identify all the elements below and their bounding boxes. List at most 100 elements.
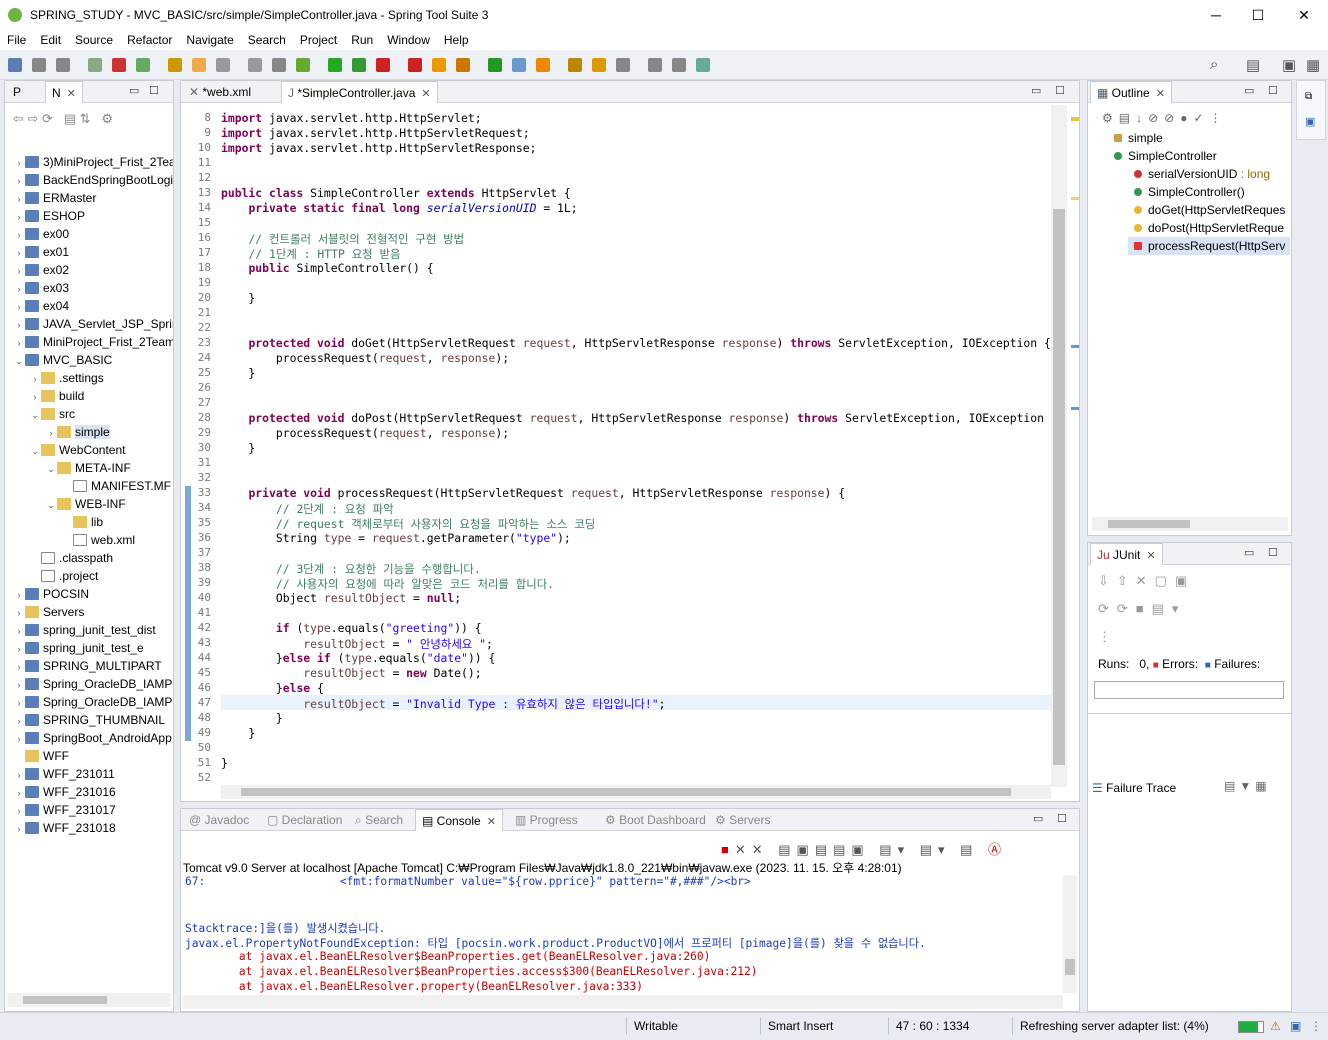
- tab-navigator[interactable]: N ✕: [45, 81, 83, 103]
- toolbar-button-icon[interactable]: [192, 58, 206, 72]
- tree-item[interactable]: › Spring_OracleDB_IAMPO: [5, 693, 174, 712]
- toolbar-button-icon[interactable]: [32, 58, 46, 72]
- tab-search[interactable]: ⌕ Search: [349, 809, 409, 831]
- expand-chevron-icon[interactable]: ⌄: [45, 460, 57, 478]
- expand-chevron-icon[interactable]: ›: [13, 802, 25, 820]
- close-tab-icon[interactable]: ✕: [487, 816, 496, 828]
- minimize-view-icon[interactable]: ▭: [129, 84, 139, 97]
- tree-item[interactable]: .classpath: [5, 549, 113, 567]
- close-tab-icon[interactable]: ✕: [67, 88, 76, 100]
- tree-item[interactable]: › MiniProject_Frist_2Team: [5, 333, 174, 352]
- tree-item[interactable]: › BackEndSpringBootLogi: [5, 171, 174, 189]
- expand-chevron-icon[interactable]: ›: [13, 622, 25, 640]
- toolbar-button-icon[interactable]: [648, 58, 662, 72]
- toolbar-button-icon[interactable]: [592, 58, 606, 72]
- expand-chevron-icon[interactable]: ›: [13, 226, 25, 244]
- toolbar-button-icon[interactable]: [272, 58, 286, 72]
- code-line[interactable]: }: [221, 726, 255, 740]
- tree-item[interactable]: › Servers: [5, 603, 85, 621]
- code-line[interactable]: // 2단계 : 요청 파악: [221, 501, 394, 517]
- expand-chevron-icon[interactable]: ›: [13, 334, 25, 352]
- tab-console[interactable]: ▤ Console ✕: [415, 809, 503, 831]
- tab-declaration[interactable]: ▢ Declaration: [261, 809, 348, 831]
- tab-boot-dashboard[interactable]: ⚙ Boot Dashboard: [599, 809, 712, 831]
- close-button[interactable]: ✕: [1284, 4, 1324, 26]
- code-line[interactable]: }: [221, 291, 255, 305]
- outline-item[interactable]: simple: [1088, 129, 1163, 147]
- maximize-editor-icon[interactable]: ☐: [1055, 84, 1065, 97]
- maximize-outline-icon[interactable]: ☐: [1268, 84, 1278, 97]
- toolbar-button-icon[interactable]: [488, 58, 502, 72]
- code-line[interactable]: Object resultObject = null;: [221, 591, 461, 605]
- toolbar-button-icon[interactable]: [216, 58, 230, 72]
- tab-javadoc[interactable]: @ Javadoc: [183, 809, 255, 831]
- expand-chevron-icon[interactable]: ⌄: [29, 406, 41, 424]
- tree-item[interactable]: › WFF_231016: [5, 783, 116, 801]
- tree-item[interactable]: › ex02: [5, 261, 70, 279]
- expand-chevron-icon[interactable]: ›: [13, 676, 25, 694]
- tree-item[interactable]: › 3)MiniProject_Frist_2Tea: [5, 153, 174, 171]
- tab-project-explorer[interactable]: P: [7, 81, 27, 103]
- tree-item[interactable]: MANIFEST.MF: [5, 477, 171, 495]
- expand-chevron-icon[interactable]: ›: [13, 316, 25, 334]
- console-output[interactable]: 67: <fmt:formatNumber value="${row.ppric…: [181, 875, 1061, 993]
- java-perspective-icon[interactable]: ▦: [1306, 56, 1320, 74]
- toolbar-button-icon[interactable]: [296, 58, 310, 72]
- close-tab-icon[interactable]: ✕: [421, 88, 430, 100]
- tab-junit[interactable]: Ju JUnit ✕: [1090, 543, 1163, 565]
- expand-chevron-icon[interactable]: ›: [13, 208, 25, 226]
- tree-item[interactable]: › ERMaster: [5, 189, 97, 208]
- maximize-button[interactable]: ☐: [1238, 4, 1278, 26]
- menu-window[interactable]: Window: [380, 30, 437, 47]
- code-line[interactable]: protected void doPost(HttpServletRequest…: [221, 411, 1051, 425]
- tree-item[interactable]: › ex01: [5, 243, 70, 262]
- expand-chevron-icon[interactable]: ›: [13, 244, 25, 262]
- perspective-icon[interactable]: ▤: [1246, 56, 1260, 74]
- code-line[interactable]: // 3단계 : 요청한 기능을 수행합니다.: [221, 561, 481, 577]
- tree-hscrollbar[interactable]: [7, 993, 171, 1007]
- tab-simplecontroller-java[interactable]: J *SimpleController.java ✕: [281, 81, 438, 103]
- junit-more-icon[interactable]: ⋮: [1098, 629, 1111, 645]
- outline-item[interactable]: doGet(HttpServletReques: [1088, 201, 1285, 219]
- code-line[interactable]: String type = request.getParameter("type…: [221, 531, 571, 545]
- toolbar-button-icon[interactable]: [248, 58, 262, 72]
- expand-chevron-icon[interactable]: ⌄: [13, 352, 25, 370]
- tree-item[interactable]: lib: [5, 513, 103, 531]
- code-line[interactable]: // request 객체로부터 사용자의 요청을 파악하는 소스 코딩: [221, 516, 595, 532]
- toolbar-button-icon[interactable]: [328, 58, 342, 72]
- toolbar-button-icon[interactable]: [672, 58, 686, 72]
- expand-chevron-icon[interactable]: ›: [13, 784, 25, 802]
- outline-item[interactable]: serialVersionUID : long: [1088, 165, 1270, 183]
- menu-help[interactable]: Help: [437, 30, 476, 47]
- search-icon[interactable]: ⌕: [1210, 56, 1218, 73]
- maximize-junit-icon[interactable]: ☐: [1268, 546, 1278, 559]
- code-line[interactable]: // 컨트롤러 서블릿의 전형적인 구현 방법: [221, 231, 464, 247]
- minimize-console-icon[interactable]: ▭: [1033, 812, 1043, 825]
- code-line[interactable]: }else if (type.equals("date")) {: [221, 651, 496, 665]
- minimize-junit-icon[interactable]: ▭: [1244, 546, 1254, 559]
- code-line[interactable]: }: [221, 756, 228, 770]
- maximize-console-icon[interactable]: ☐: [1057, 812, 1067, 825]
- tree-item[interactable]: web.xml: [5, 531, 135, 549]
- expand-chevron-icon[interactable]: ›: [13, 190, 25, 208]
- code-line[interactable]: }: [221, 366, 255, 380]
- code-line[interactable]: protected void doGet(HttpServletRequest …: [221, 336, 1050, 350]
- minimize-outline-icon[interactable]: ▭: [1244, 84, 1254, 97]
- tab-servers[interactable]: ⚙ Servers: [709, 809, 776, 831]
- tree-item[interactable]: ⌄ MVC_BASIC: [5, 351, 112, 369]
- close-tab-icon[interactable]: ✕: [1146, 550, 1155, 562]
- expand-chevron-icon[interactable]: ⌄: [45, 496, 57, 514]
- menu-run[interactable]: Run: [344, 30, 380, 47]
- code-line[interactable]: public class SimpleController extends Ht…: [221, 186, 571, 200]
- expand-chevron-icon[interactable]: ›: [13, 298, 25, 316]
- tree-item[interactable]: ⌄ WEB-INF: [5, 495, 125, 514]
- tree-item[interactable]: › POCSIN: [5, 585, 90, 603]
- toolbar-button-icon[interactable]: [8, 58, 22, 72]
- code-line[interactable]: resultObject = new Date();: [221, 666, 481, 680]
- tree-item[interactable]: › JAVA_Servlet_JSP_Spring: [5, 315, 174, 334]
- expand-chevron-icon[interactable]: ›: [13, 694, 25, 712]
- tree-item[interactable]: › WFF_231017: [5, 801, 116, 819]
- expand-chevron-icon[interactable]: ›: [13, 766, 25, 784]
- status-stop-icon[interactable]: ▣: [1290, 1019, 1301, 1033]
- toolbar-button-icon[interactable]: [432, 58, 446, 72]
